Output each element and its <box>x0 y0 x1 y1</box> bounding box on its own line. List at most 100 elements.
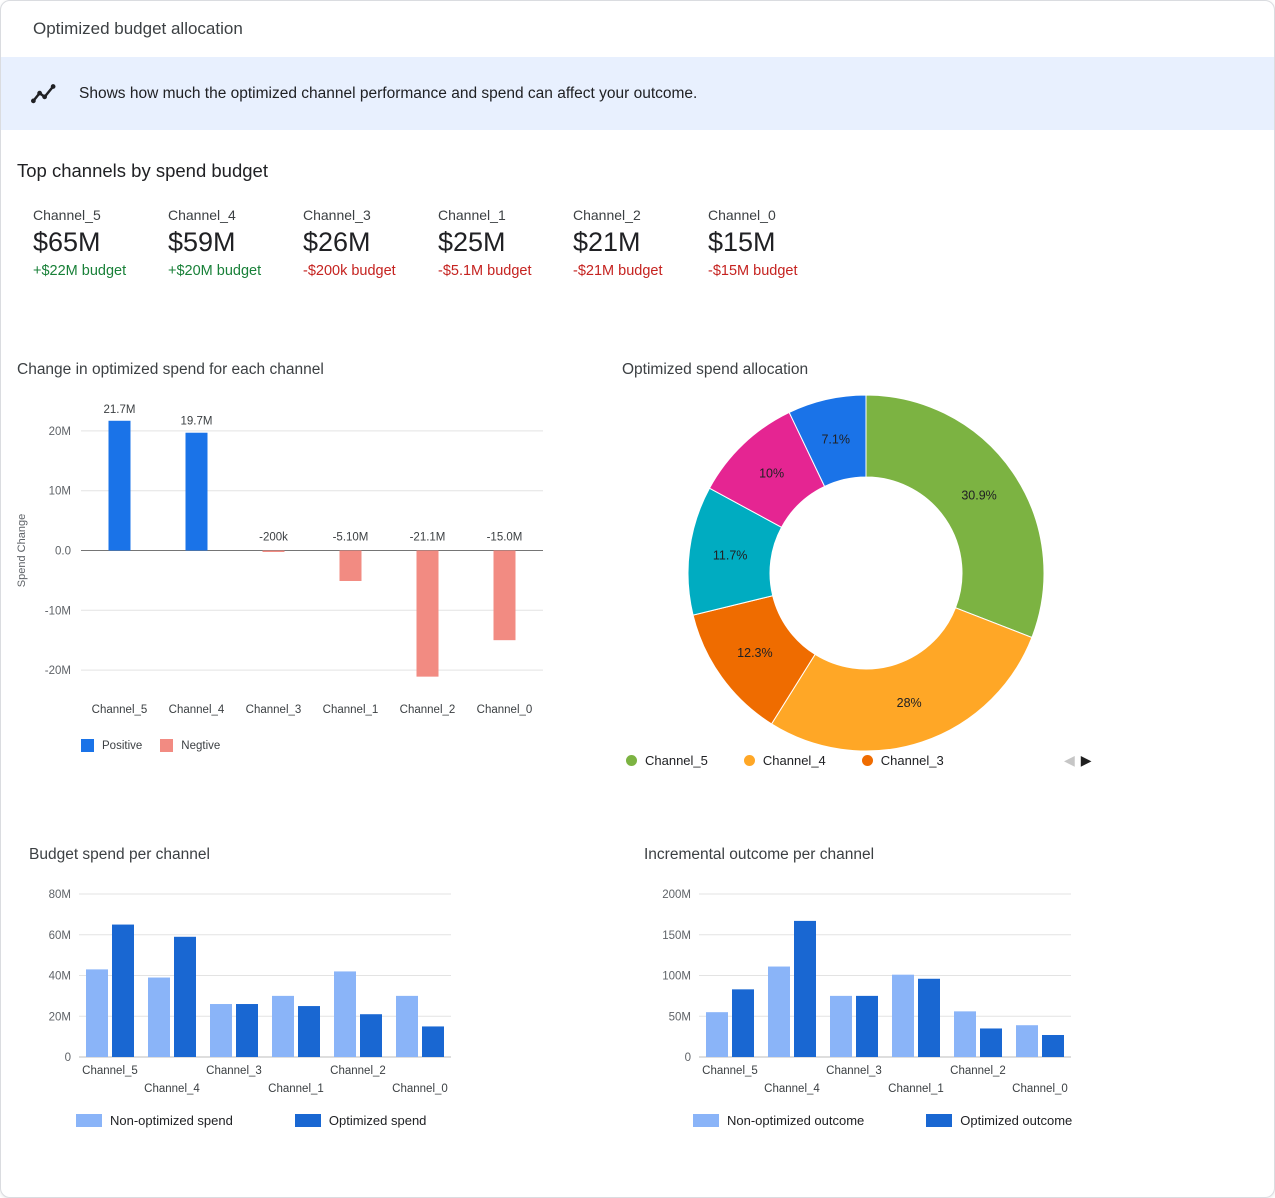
chart-label: 10M <box>49 486 71 498</box>
bar-Channel_1 <box>918 979 940 1057</box>
legend-label: Channel_3 <box>881 753 944 768</box>
previous-page-icon[interactable]: ◀ <box>1064 752 1075 769</box>
chart-label: Channel_3 <box>246 704 302 716</box>
chart-label: -200k <box>259 532 288 544</box>
chart-label: Channel_3 <box>206 1065 262 1077</box>
spend-change-title: Change in optimized spend for each chann… <box>17 361 324 379</box>
channel-card: Channel_5$65M+$22M budget <box>33 207 168 279</box>
bar-Channel_3 <box>236 1004 258 1057</box>
chart-label: -15.0M <box>487 532 523 544</box>
chart-label: Channel_1 <box>888 1083 944 1095</box>
chart-label: Channel_1 <box>268 1083 324 1095</box>
channel-card-value: $21M <box>573 227 708 258</box>
bar-Channel_5 <box>706 1012 728 1057</box>
bar-Channel_4 <box>174 937 196 1057</box>
channel-card-name: Channel_5 <box>33 207 168 223</box>
legend-label: Non-optimized outcome <box>727 1113 864 1128</box>
chart-label: 19.7M <box>181 416 213 428</box>
chart-label: 12.3% <box>737 646 772 660</box>
next-page-icon[interactable]: ▶ <box>1081 752 1092 769</box>
chart-label: -10M <box>45 605 71 617</box>
bar-Channel_5 <box>86 969 108 1057</box>
chart-label: 11.7% <box>713 548 748 562</box>
channel-card-value: $26M <box>303 227 438 258</box>
incremental-outcome-chart: 050M100M150M200MChannel_5Channel_4Channe… <box>631 879 1091 1101</box>
bar-Channel_3 <box>856 996 878 1057</box>
legend-item: Channel_3 <box>862 753 944 768</box>
spend-allocation-donut: 30.9%28%12.3%11.7%10%7.1% <box>619 386 1113 761</box>
channel-card-name: Channel_3 <box>303 207 438 223</box>
channel-card: Channel_0$15M-$15M budget <box>708 207 843 279</box>
bar-Channel_5 <box>109 421 131 551</box>
chart-label: 10% <box>759 467 784 481</box>
bar-Channel_1 <box>272 996 294 1057</box>
chart-label: Channel_0 <box>1012 1083 1068 1095</box>
chart-label: 100M <box>662 971 691 983</box>
bar-Channel_0 <box>1016 1025 1038 1057</box>
chart-label: 20M <box>49 1011 71 1023</box>
legend-label: Optimized outcome <box>960 1113 1072 1128</box>
chart-label: 30.9% <box>961 489 996 503</box>
legend-swatch <box>76 1114 102 1127</box>
chart-label: -21.1M <box>410 532 446 544</box>
bar-Channel_1 <box>340 551 362 581</box>
bar-Channel_3 <box>210 1004 232 1057</box>
chart-label: Channel_2 <box>330 1065 386 1077</box>
donut-slice-Channel_5 <box>866 395 1044 637</box>
channel-card-name: Channel_2 <box>573 207 708 223</box>
channel-card-name: Channel_4 <box>168 207 303 223</box>
legend-label: Non-optimized spend <box>110 1113 233 1128</box>
chart-label: 0 <box>685 1052 691 1064</box>
legend-item: Optimized outcome <box>926 1113 1072 1128</box>
page-title: Optimized budget allocation <box>33 19 243 39</box>
channel-card-name: Channel_1 <box>438 207 573 223</box>
insights-icon <box>29 79 59 109</box>
chart-label: 7.1% <box>821 432 850 446</box>
budget-spend-chart: 020M40M60M80MChannel_5Channel_4Channel_3… <box>17 879 472 1101</box>
chart-label: 21.7M <box>104 404 136 416</box>
channel-card: Channel_1 $25M -$5.1M budget <box>438 207 573 279</box>
chart-label: -5.10M <box>333 532 369 544</box>
channel-card-delta: -$5.1M budget <box>438 263 573 279</box>
chart-label: Channel_4 <box>169 704 225 716</box>
bar-Channel_4 <box>794 921 816 1057</box>
bar-Channel_2 <box>360 1014 382 1057</box>
top-channels-title: Top channels by spend budget <box>17 160 268 182</box>
bar-Channel_1 <box>298 1006 320 1057</box>
channel-card-value: $25M <box>438 227 573 258</box>
legend-label: Channel_4 <box>763 753 826 768</box>
legend-swatch <box>81 739 94 752</box>
channel-card-delta: +$22M budget <box>33 263 168 279</box>
budget-spend-legend: Non-optimized spend Optimized spend <box>76 1113 488 1128</box>
bar-Channel_2 <box>980 1028 1002 1057</box>
bar-Channel_0 <box>1042 1035 1064 1057</box>
legend-item: Positive <box>81 739 142 752</box>
bar-Channel_4 <box>768 967 790 1057</box>
chart-label: Channel_5 <box>92 704 148 716</box>
bar-Channel_1 <box>892 975 914 1057</box>
channel-card-delta: -$200k budget <box>303 263 438 279</box>
incremental-outcome-title: Incremental outcome per channel <box>644 846 874 864</box>
chart-label: -20M <box>45 665 71 677</box>
legend-item: Optimized spend <box>295 1113 427 1128</box>
legend-item: Channel_5 <box>626 753 708 768</box>
spend-change-chart: 20M10M0.0-10M-20M21.7MChannel_519.7MChan… <box>9 383 557 728</box>
chart-label: Channel_3 <box>826 1065 882 1077</box>
legend-label: Optimized spend <box>329 1113 427 1128</box>
incremental-outcome-legend: Non-optimized outcome Optimized outcome <box>693 1113 1134 1128</box>
chart-label: 80M <box>49 889 71 901</box>
bar-Channel_4 <box>186 433 208 551</box>
budget-spend-title: Budget spend per channel <box>29 846 210 864</box>
legend-label: Negtive <box>181 740 220 752</box>
bar-Channel_4 <box>148 978 170 1057</box>
chart-label: Channel_2 <box>950 1065 1006 1077</box>
chart-label: 0.0 <box>55 546 71 558</box>
legend-swatch <box>693 1114 719 1127</box>
bar-Channel_2 <box>417 551 439 677</box>
chart-label: 50M <box>669 1011 691 1023</box>
chart-label: Channel_0 <box>392 1083 448 1095</box>
spend-allocation-title: Optimized spend allocation <box>622 361 808 379</box>
legend-item: Non-optimized outcome <box>693 1113 864 1128</box>
bar-Channel_3 <box>830 996 852 1057</box>
bar-Channel_5 <box>732 989 754 1057</box>
